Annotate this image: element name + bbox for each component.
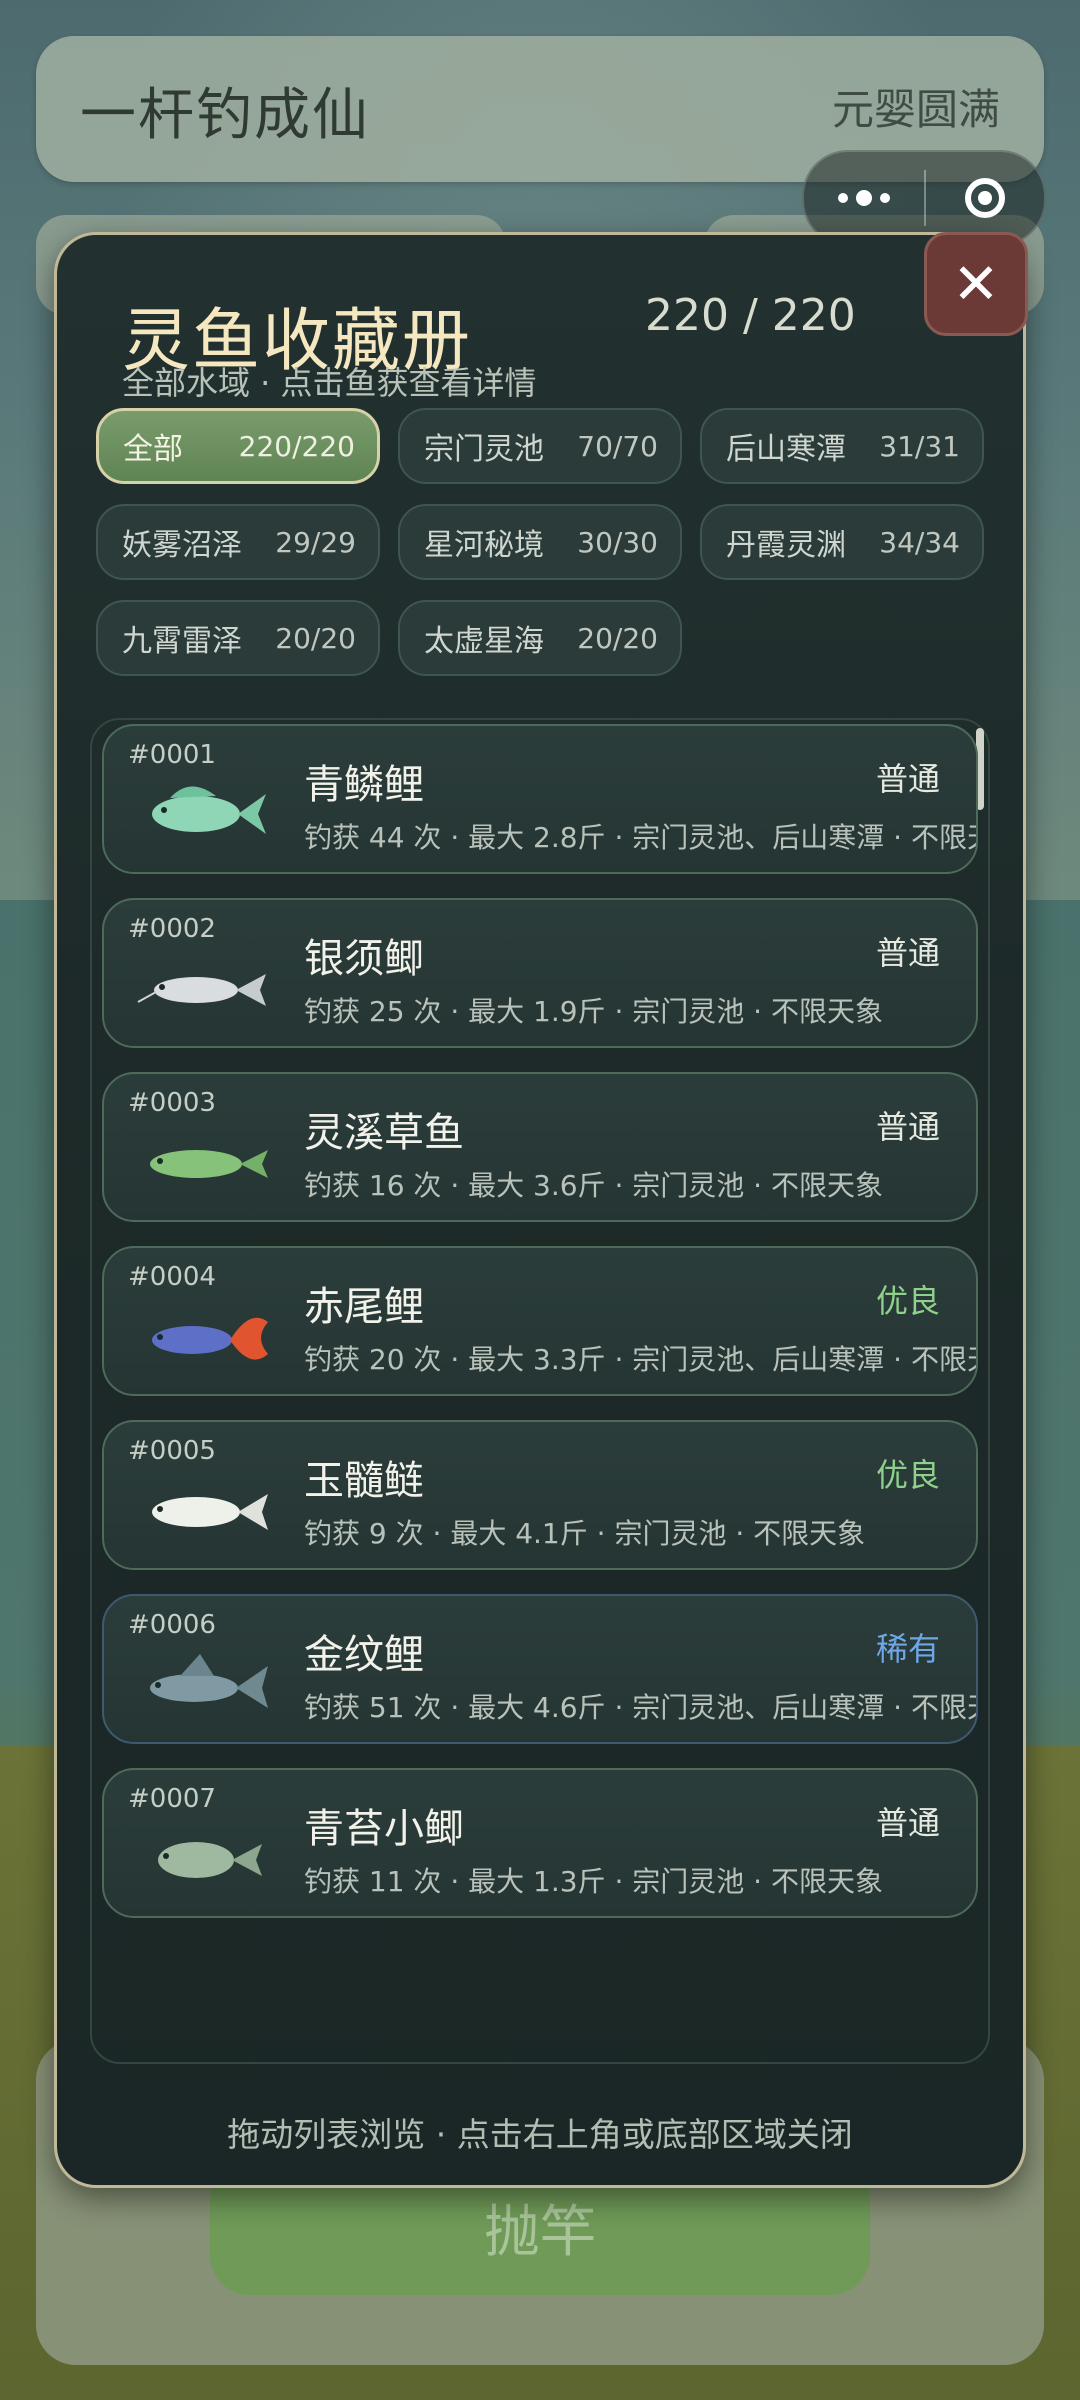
fish-card[interactable]: #0005 玉髓鲢 优良 钓获 9 次 · 最大 4.1斤 · 宗门灵池 · 不…: [102, 1420, 978, 1570]
cultivation-rank: 元婴圆满: [831, 85, 1000, 134]
fish-detail: 钓获 16 次 · 最大 3.6斤 · 宗门灵池 · 不限天象: [304, 1169, 883, 1202]
fish-icon: [152, 1494, 268, 1530]
fish-name: 银须鲫: [304, 936, 424, 982]
fish-name: 青苔小鲫: [304, 1806, 464, 1852]
fish-name: 赤尾鲤: [304, 1284, 424, 1330]
filter-chip-sect-pool[interactable]: 宗门灵池 70/70: [398, 408, 682, 484]
filter-chip-label: 丹霞灵渊: [726, 528, 846, 563]
filter-chip-label: 宗门灵池: [424, 432, 544, 467]
fish-detail: 钓获 11 次 · 最大 1.3斤 · 宗门灵池 · 不限天象: [304, 1865, 883, 1898]
filter-chip-all[interactable]: 全部 220/220: [96, 408, 380, 484]
fish-name: 金纹鲤: [304, 1632, 424, 1678]
filter-chip-danxia-abyss[interactable]: 丹霞灵渊 34/34: [700, 504, 984, 580]
filter-chip-label: 太虚星海: [424, 624, 544, 659]
fish-icon: [152, 1317, 268, 1360]
fish-detail: 钓获 51 次 · 最大 4.6斤 · 宗门灵池、后山寒潭 · 不限天象: [304, 1691, 978, 1724]
fish-name: 玉髓鲢: [304, 1458, 424, 1504]
fish-card[interactable]: #0007 青苔小鲫 普通 钓获 11 次 · 最大 1.3斤 · 宗门灵池 ·…: [102, 1768, 978, 1918]
filter-chip-cold-pool[interactable]: 后山寒潭 31/31: [700, 408, 984, 484]
filter-chip-count: 20/20: [577, 621, 658, 655]
fish-icon: [150, 1654, 268, 1708]
fish-icon: [152, 786, 266, 834]
fish-name: 灵溪草鱼: [304, 1110, 464, 1156]
game-title: 一杆钓成仙: [80, 83, 370, 148]
target-circle-icon[interactable]: [926, 152, 1044, 244]
close-icon: ✕: [952, 251, 1000, 317]
filter-chip-label: 九霄雷泽: [122, 624, 242, 659]
filter-chip-count: 30/30: [577, 525, 658, 559]
fish-detail: 钓获 25 次 · 最大 1.9斤 · 宗门灵池 · 不限天象: [304, 995, 883, 1028]
filter-chip-count: 31/31: [879, 429, 960, 463]
fish-icon: [137, 974, 266, 1006]
more-dots-icon[interactable]: [804, 152, 924, 244]
filter-chip-star-realm[interactable]: 星河秘境 30/30: [398, 504, 682, 580]
fish-rarity: 优良: [875, 1282, 940, 1320]
fish-card[interactable]: #0002 银须鲫 普通 钓获 25 次 · 最大 1.9斤 · 宗门灵池 · …: [102, 898, 978, 1048]
fish-name: 青鳞鲤: [304, 762, 424, 808]
fish-card[interactable]: #0003 灵溪草鱼 普通 钓获 16 次 · 最大 3.6斤 · 宗门灵池 ·…: [102, 1072, 978, 1222]
filter-chip-count: 29/29: [275, 525, 356, 559]
filter-chip-void-sea[interactable]: 太虚星海 20/20: [398, 600, 682, 676]
close-button[interactable]: ✕: [924, 232, 1028, 336]
fish-detail: 钓获 20 次 · 最大 3.3斤 · 宗门灵池、后山寒潭 · 不限天象: [304, 1343, 978, 1376]
modal-subtitle: 全部水域 · 点击鱼获查看详情: [122, 364, 537, 402]
fish-icon: [158, 1842, 262, 1878]
filter-chip-count: 20/20: [275, 621, 356, 655]
filter-chip-thunder-marsh[interactable]: 九霄雷泽 20/20: [96, 600, 380, 676]
filter-chip-count: 220/220: [238, 429, 355, 463]
fish-card[interactable]: #0006 金纹鲤 稀有 钓获 51 次 · 最大 4.6斤 · 宗门灵池、后山…: [102, 1594, 978, 1744]
filter-chip-label: 全部: [123, 432, 183, 467]
filter-chip-label: 妖雾沼泽: [122, 528, 242, 563]
filter-chip-count: 70/70: [577, 429, 658, 463]
fish-rarity: 普通: [875, 934, 940, 972]
fish-rarity: 普通: [875, 1108, 940, 1146]
filter-chip-count: 34/34: [879, 525, 960, 559]
fish-rarity: 普通: [875, 1804, 940, 1842]
filter-chip-label: 后山寒潭: [726, 432, 846, 467]
fish-icon: [150, 1150, 268, 1178]
fish-card[interactable]: #0001 青鳞鲤 普通 钓获 44 次 · 最大 2.8斤 · 宗门灵池、后山…: [102, 724, 978, 874]
fish-rarity: 普通: [875, 760, 940, 798]
fish-detail: 钓获 9 次 · 最大 4.1斤 · 宗门灵池 · 不限天象: [304, 1517, 866, 1550]
collection-count: 220 / 220: [645, 290, 856, 341]
fish-card[interactable]: #0004 赤尾鲤 优良 钓获 20 次 · 最大 3.3斤 · 宗门灵池、后山…: [102, 1246, 978, 1396]
fish-detail: 钓获 44 次 · 最大 2.8斤 · 宗门灵池、后山寒潭 · 不限天象: [304, 821, 978, 854]
fish-rarity: 优良: [875, 1456, 940, 1494]
filter-chip-fog-swamp[interactable]: 妖雾沼泽 29/29: [96, 504, 380, 580]
fish-rarity: 稀有: [875, 1630, 940, 1668]
modal-footer-hint[interactable]: 拖动列表浏览 · 点击右上角或底部区域关闭: [54, 2108, 1026, 2156]
filter-chip-label: 星河秘境: [424, 528, 544, 563]
